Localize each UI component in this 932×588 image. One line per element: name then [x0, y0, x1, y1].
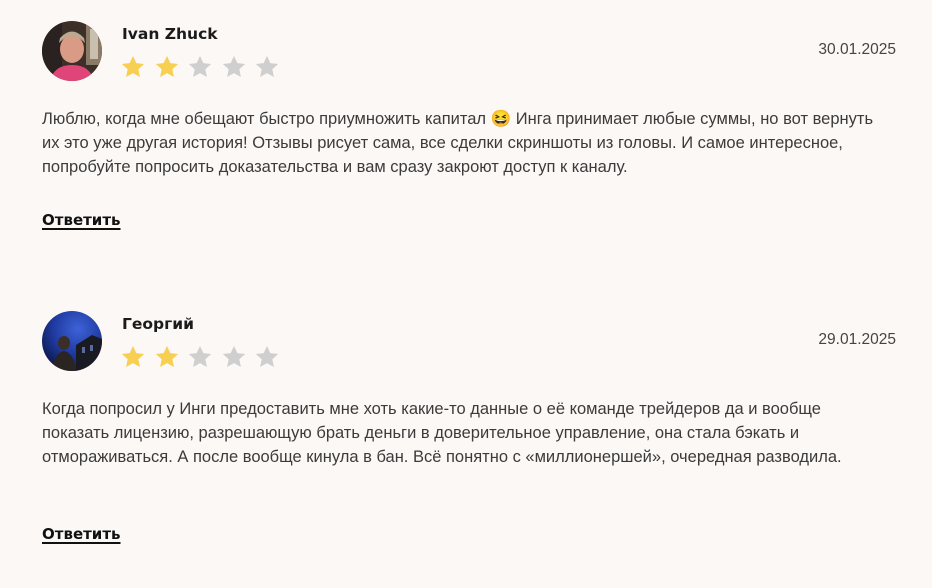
review-date: 30.01.2025: [818, 41, 896, 58]
star-empty-icon: [221, 54, 247, 80]
star-filled-icon: [154, 54, 180, 80]
author-name: Георгий: [122, 315, 194, 333]
reply-link[interactable]: Ответить: [42, 525, 121, 543]
star-empty-icon: [254, 344, 280, 370]
review-text: Когда попросил у Инги предоставить мне х…: [42, 400, 842, 466]
star-empty-icon: [221, 344, 247, 370]
author-name: Ivan Zhuck: [122, 25, 218, 43]
star-empty-icon: [187, 54, 213, 80]
star-filled-icon: [120, 344, 146, 370]
review-text: Люблю, когда мне обещают быстро приумнож…: [42, 110, 874, 176]
avatar[interactable]: [42, 21, 102, 81]
review-date: 29.01.2025: [818, 331, 896, 348]
star-rating: [120, 54, 288, 80]
user-photo-icon: [42, 21, 102, 81]
avatar[interactable]: [42, 311, 102, 371]
star-empty-icon: [254, 54, 280, 80]
star-filled-icon: [154, 344, 180, 370]
reply-link[interactable]: Ответить: [42, 211, 121, 229]
star-empty-icon: [187, 344, 213, 370]
star-filled-icon: [120, 54, 146, 80]
star-rating: [120, 344, 288, 370]
user-photo-icon: [42, 311, 102, 371]
